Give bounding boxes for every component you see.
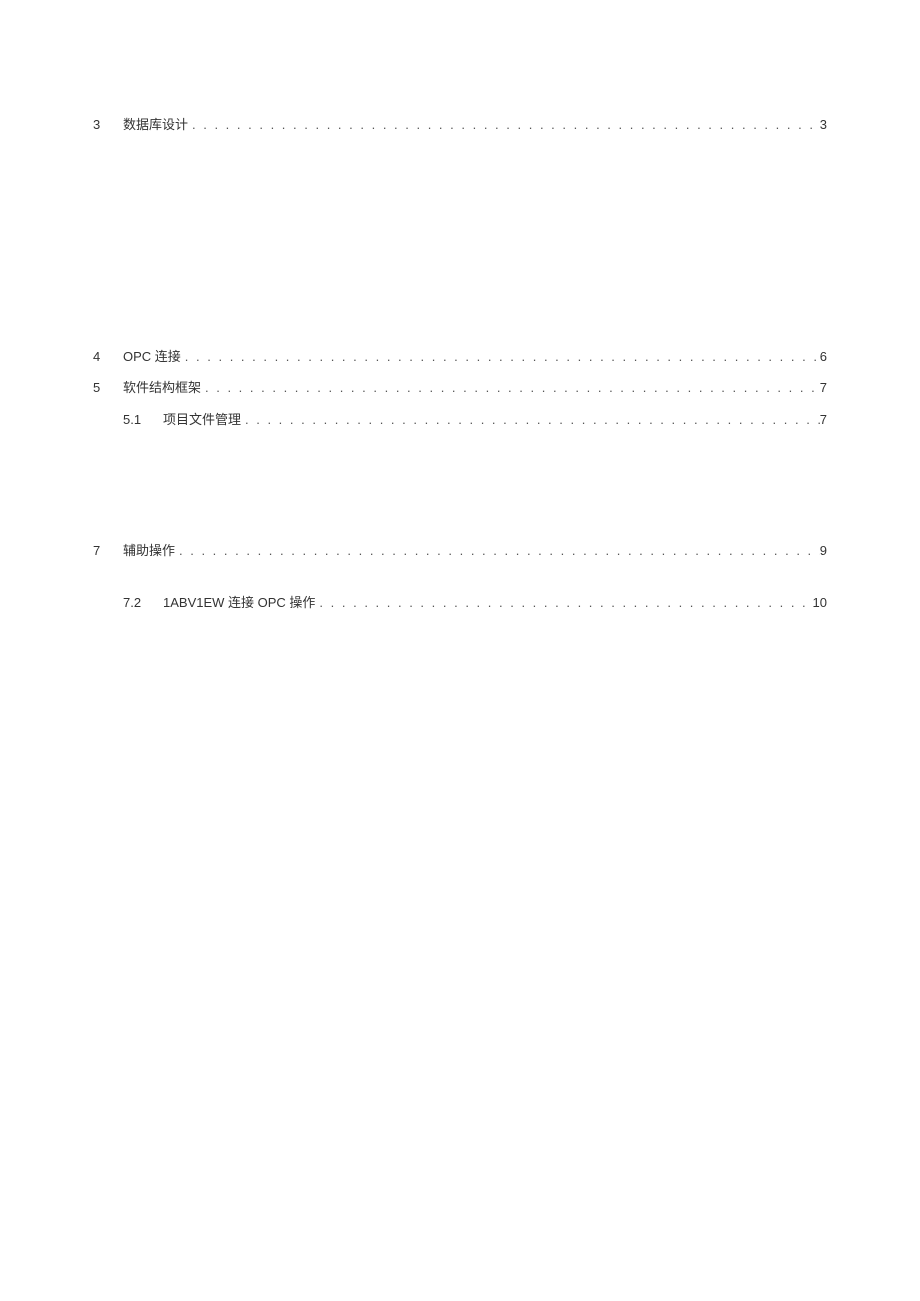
toc-entry-7: 7 辅助操作 9 — [93, 541, 827, 561]
toc-page-number: 3 — [820, 115, 827, 135]
toc-leader-dots — [181, 347, 820, 367]
toc-title: 1ABV1EW 连接 OPC 操作 — [163, 593, 315, 613]
toc-entry-5: 5 软件结构框架 7 — [93, 378, 827, 398]
toc-leader-dots — [188, 115, 820, 135]
toc-title: 数据库设计 — [123, 115, 188, 135]
toc-number: 7 — [93, 541, 123, 561]
toc-leader-dots — [201, 378, 820, 398]
toc-sub-number: 7.2 — [123, 593, 163, 613]
toc-entry-5-1: 5.1 项目文件管理 7 — [93, 410, 827, 430]
toc-page-number: 7 — [820, 378, 827, 398]
toc-title: 辅助操作 — [123, 541, 175, 561]
toc-leader-dots — [315, 593, 812, 613]
toc-page-number: 7 — [820, 410, 827, 430]
spacer — [93, 573, 827, 593]
toc-entry-4: 4 OPC 连接 6 — [93, 347, 827, 367]
toc-page-number: 9 — [820, 541, 827, 561]
document-page: 3 数据库设计 3 4 OPC 连接 6 5 软件结构框架 7 5.1 项目文件… — [0, 0, 920, 612]
spacer — [93, 147, 827, 347]
toc-sub-number: 5.1 — [123, 410, 163, 430]
toc-title: 软件结构框架 — [123, 378, 201, 398]
spacer — [93, 441, 827, 541]
toc-leader-dots — [241, 410, 820, 430]
toc-entry-3: 3 数据库设计 3 — [93, 115, 827, 135]
toc-entry-7-2: 7.2 1ABV1EW 连接 OPC 操作 10 — [93, 593, 827, 613]
toc-title: 项目文件管理 — [163, 410, 241, 430]
toc-number: 3 — [93, 115, 123, 135]
toc-number: 4 — [93, 347, 123, 367]
toc-title: OPC 连接 — [123, 347, 181, 367]
toc-page-number: 6 — [820, 347, 827, 367]
toc-page-number: 10 — [813, 593, 827, 613]
toc-number: 5 — [93, 378, 123, 398]
toc-leader-dots — [175, 541, 820, 561]
